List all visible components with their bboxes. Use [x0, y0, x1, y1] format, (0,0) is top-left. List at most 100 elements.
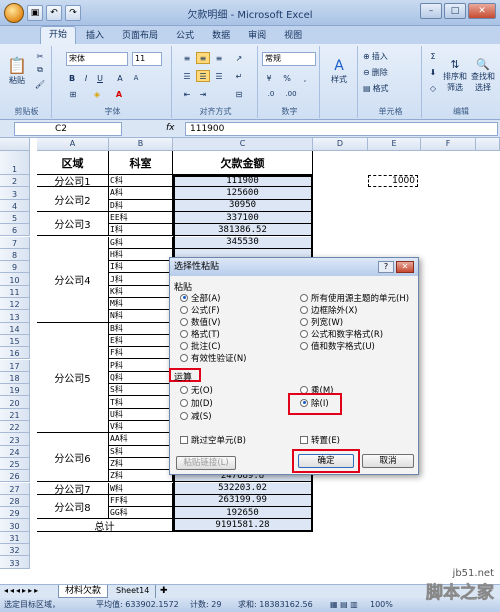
format-painter-icon[interactable]: 🖌	[32, 78, 48, 90]
row-header[interactable]: 13	[0, 310, 30, 323]
ribbon-tab[interactable]: 开始	[40, 26, 77, 44]
department-cell[interactable]: J科	[109, 273, 173, 286]
row-header[interactable]: 18	[0, 371, 30, 385]
new-sheet-icon[interactable]: ✚	[160, 586, 168, 596]
row-header[interactable]: 23	[0, 433, 30, 446]
region-group-cell[interactable]: 分公司5	[37, 322, 109, 434]
column-header[interactable]: F	[421, 138, 476, 151]
region-group-cell[interactable]: 分公司1	[37, 175, 109, 188]
font-size-select[interactable]: 11	[132, 52, 162, 66]
row-header[interactable]: 25	[0, 457, 30, 471]
bold-button[interactable]: B	[66, 72, 78, 84]
amount-cell[interactable]: 263199.99	[173, 494, 313, 508]
department-cell[interactable]: B科	[109, 322, 173, 335]
comma-icon[interactable]: ,	[298, 72, 312, 84]
row-header[interactable]: 29	[0, 507, 30, 520]
help-icon[interactable]: ?	[378, 261, 394, 273]
department-cell[interactable]: FF科	[109, 494, 173, 508]
department-cell[interactable]: S科	[109, 445, 173, 458]
total-label-cell[interactable]: 总计	[37, 519, 173, 532]
column-header[interactable]: D	[313, 138, 368, 151]
cancel-button[interactable]: 取消	[362, 454, 414, 468]
radio-option[interactable]: 减(S)	[180, 410, 213, 422]
decrease-decimal-icon[interactable]: .00	[282, 88, 300, 100]
font-name-select[interactable]: 宋体	[66, 52, 128, 66]
grow-font-icon[interactable]: A	[114, 72, 126, 84]
row-header[interactable]: 27	[0, 482, 30, 495]
align-center-icon[interactable]: ☰	[196, 70, 210, 82]
number-format-select[interactable]: 常规	[262, 52, 316, 66]
copy-icon[interactable]: ⧉	[32, 64, 48, 76]
cut-icon[interactable]: ✂	[32, 50, 48, 62]
department-cell[interactable]: K科	[109, 285, 173, 298]
row-header[interactable]: 30	[0, 519, 30, 532]
copied-value-cell[interactable]: 1000	[368, 175, 418, 188]
radio-option[interactable]: 数值(V)	[180, 316, 247, 328]
department-cell[interactable]: F科	[109, 347, 173, 360]
region-group-cell[interactable]: 分公司6	[37, 433, 109, 483]
radio-option[interactable]: 全部(A)	[180, 292, 247, 304]
amount-cell[interactable]: 111900	[173, 175, 313, 188]
row-header[interactable]: 3	[0, 187, 30, 200]
department-cell[interactable]: D科	[109, 199, 173, 212]
radio-option[interactable]: 批注(C)	[180, 340, 247, 352]
align-top-icon[interactable]: ≡	[180, 52, 194, 64]
row-header[interactable]: 21	[0, 408, 30, 421]
amount-cell[interactable]: 30950	[173, 199, 313, 212]
department-cell[interactable]: C科	[109, 175, 173, 188]
ribbon-tab[interactable]: 公式	[168, 28, 202, 44]
sheet-tab[interactable]: Sheet14	[110, 585, 157, 598]
radio-option[interactable]: 加(D)	[180, 397, 213, 409]
increase-decimal-icon[interactable]: .0	[262, 88, 280, 100]
amount-cell[interactable]: 125600	[173, 187, 313, 200]
ribbon-tab[interactable]: 视图	[276, 28, 310, 44]
transpose-checkbox[interactable]: 转置(E)	[300, 434, 340, 446]
row-header[interactable]: 11	[0, 285, 30, 298]
row-header[interactable]: 33	[0, 556, 30, 569]
italic-button[interactable]: I	[80, 72, 92, 84]
row-header[interactable]: 20	[0, 396, 30, 409]
department-cell[interactable]: AA科	[109, 433, 173, 446]
department-cell[interactable]: T科	[109, 396, 173, 409]
region-group-cell[interactable]: 分公司4	[37, 236, 109, 323]
sheet-nav-icon[interactable]: ◂◂◂▸▸▸	[4, 586, 40, 595]
row-header[interactable]: 9	[0, 261, 30, 274]
styles-button[interactable]: A 样式	[324, 48, 354, 94]
department-cell[interactable]: E科	[109, 334, 173, 348]
region-group-cell[interactable]: 分公司2	[37, 187, 109, 212]
row-header[interactable]: 7	[0, 236, 30, 249]
clear-icon[interactable]: ◇	[426, 82, 440, 94]
sum-icon[interactable]: Σ	[426, 50, 440, 62]
formula-input[interactable]: 111900	[185, 122, 498, 136]
department-cell[interactable]: S科	[109, 384, 173, 397]
maximize-icon[interactable]: □	[444, 3, 466, 19]
paste-button[interactable]: 📋 粘贴	[4, 48, 30, 94]
row-header[interactable]: 10	[0, 273, 30, 286]
radio-option[interactable]: 公式和数字格式(R)	[300, 328, 409, 340]
row-header[interactable]: 19	[0, 384, 30, 397]
align-left-icon[interactable]: ☰	[180, 70, 194, 82]
amount-cell[interactable]: 192650	[173, 507, 313, 520]
row-header[interactable]: 1	[0, 151, 30, 175]
radio-option[interactable]: 值和数字格式(U)	[300, 340, 409, 352]
row-header[interactable]: 26	[0, 470, 30, 483]
column-header[interactable]: B	[109, 138, 173, 151]
fill-icon[interactable]: ⬇	[426, 66, 440, 78]
shrink-font-icon[interactable]: A	[130, 72, 142, 84]
department-cell[interactable]: I科	[109, 224, 173, 237]
align-bottom-icon[interactable]: ≡	[212, 52, 226, 64]
department-cell[interactable]: EE科	[109, 211, 173, 225]
sheet-tab-active[interactable]: 材料欠款	[58, 585, 109, 598]
fill-color-icon[interactable]: ◈	[90, 88, 104, 100]
row-header[interactable]: 5	[0, 211, 30, 225]
department-cell[interactable]: Z科	[109, 457, 173, 471]
name-box[interactable]: C2	[14, 122, 122, 136]
row-header[interactable]: 6	[0, 224, 30, 237]
row-header[interactable]: 8	[0, 248, 30, 262]
currency-icon[interactable]: ¥	[262, 72, 276, 84]
department-cell[interactable]: I科	[109, 261, 173, 274]
region-group-cell[interactable]: 分公司8	[37, 494, 109, 520]
borders-icon[interactable]: ⊞	[66, 88, 80, 100]
font-color-icon[interactable]: A	[112, 88, 126, 100]
department-cell[interactable]: W科	[109, 482, 173, 495]
